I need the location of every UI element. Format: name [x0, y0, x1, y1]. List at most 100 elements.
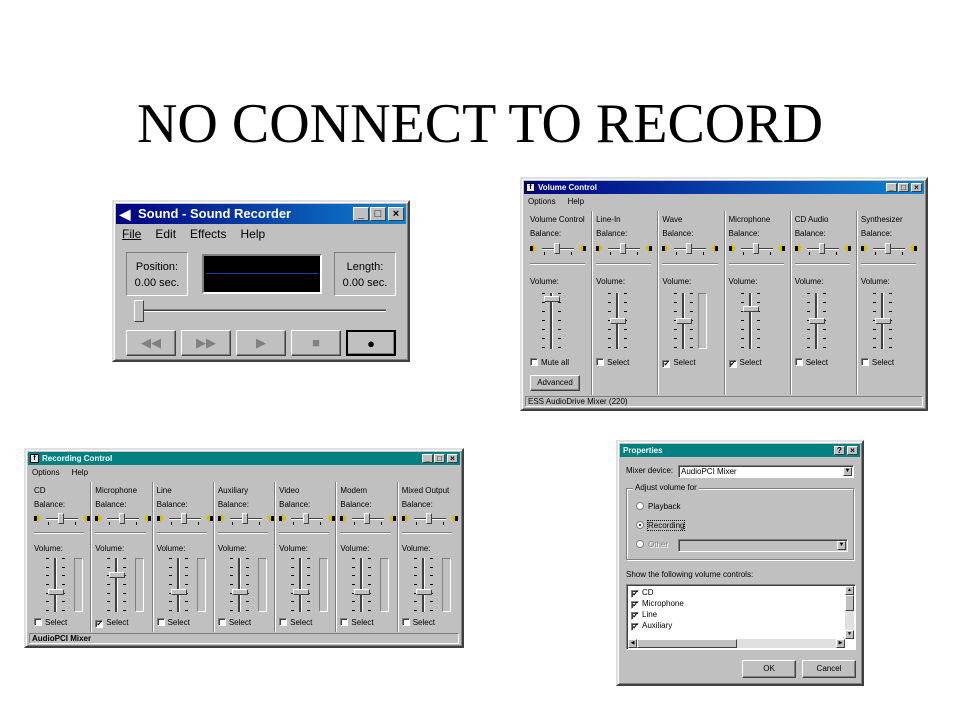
maximize-button[interactable]: □	[434, 454, 445, 463]
balance-slider[interactable]	[340, 512, 397, 526]
volume-controls-list[interactable]: ✓ CD ✓ Microphone ✓ Line ✓ Auxiliary ▲ ▼ ◀ ▶	[626, 584, 856, 650]
radio-recording[interactable]: Recording	[636, 520, 686, 531]
select-checkbox[interactable]: Select	[860, 358, 894, 367]
vertical-scrollbar[interactable]: ▲ ▼	[845, 586, 854, 639]
volume-thumb[interactable]	[231, 589, 248, 595]
checkbox-box[interactable]	[860, 358, 869, 366]
volume-slider[interactable]	[666, 293, 702, 349]
balance-slider[interactable]	[156, 512, 213, 526]
checkbox-box[interactable]	[794, 358, 803, 366]
maximize-button[interactable]: □	[898, 183, 909, 192]
balance-thumb[interactable]	[818, 243, 825, 254]
title-bar[interactable]: Properties ? ×	[620, 444, 860, 457]
balance-slider[interactable]	[279, 512, 336, 526]
volume-slider[interactable]	[99, 558, 135, 612]
select-checkbox[interactable]: ✓ Select	[95, 618, 129, 628]
ok-button[interactable]: OK	[742, 660, 796, 678]
advanced-button[interactable]: Advanced	[530, 375, 580, 391]
balance-slider[interactable]	[530, 242, 586, 256]
stop-button[interactable]: ■	[291, 330, 341, 356]
volume-thumb[interactable]	[610, 318, 627, 324]
checkbox-checked[interactable]: ✓	[631, 590, 639, 598]
checkbox-box[interactable]	[530, 358, 538, 366]
close-button[interactable]: ×	[911, 183, 922, 192]
volume-thumb[interactable]	[676, 318, 693, 324]
volume-slider[interactable]	[344, 558, 380, 612]
select-checkbox[interactable]: Select	[794, 358, 828, 367]
record-button[interactable]: ●	[346, 330, 396, 356]
balance-slider[interactable]	[217, 512, 274, 526]
list-item[interactable]: ✓ Auxiliary	[631, 621, 672, 631]
volume-thumb[interactable]	[808, 318, 825, 324]
balance-slider[interactable]	[95, 512, 152, 526]
volume-thumb[interactable]	[544, 296, 560, 302]
checkbox-checked[interactable]: ✓	[631, 612, 639, 620]
balance-thumb[interactable]	[752, 243, 759, 254]
close-button[interactable]: ×	[847, 446, 858, 455]
title-bar[interactable]: ◀ Sound - Sound Recorder _ □ ×	[116, 204, 406, 224]
balance-slider[interactable]	[34, 512, 90, 526]
balance-thumb[interactable]	[241, 513, 248, 524]
volume-thumb[interactable]	[170, 589, 187, 595]
volume-slider[interactable]	[406, 558, 442, 612]
balance-slider[interactable]	[860, 242, 917, 256]
balance-thumb[interactable]	[58, 513, 64, 524]
volume-slider[interactable]	[733, 293, 769, 349]
list-item[interactable]: ✓ Microphone	[631, 599, 684, 609]
balance-thumb[interactable]	[686, 243, 693, 254]
balance-thumb[interactable]	[180, 513, 187, 524]
volume-slider[interactable]	[865, 293, 901, 349]
menu-edit[interactable]: Edit	[153, 226, 178, 241]
volume-slider[interactable]	[38, 558, 74, 612]
checkbox-box[interactable]	[401, 618, 410, 626]
checkbox-box[interactable]	[217, 618, 226, 626]
checkbox-box[interactable]	[156, 618, 165, 626]
volume-thumb[interactable]	[742, 306, 759, 312]
other-device-select[interactable]: ▼	[678, 539, 848, 552]
balance-slider[interactable]	[794, 242, 851, 256]
scroll-left-icon[interactable]: ◀	[628, 639, 637, 648]
seek-track[interactable]	[136, 309, 386, 312]
volume-slider[interactable]	[534, 293, 570, 349]
select-checkbox[interactable]: Select	[596, 358, 629, 367]
radio-other[interactable]: Other	[636, 540, 668, 550]
select-checkbox[interactable]: ✓ Select	[728, 358, 762, 368]
balance-thumb[interactable]	[364, 513, 371, 524]
volume-slider[interactable]	[283, 558, 319, 612]
volume-thumb[interactable]	[415, 589, 432, 595]
balance-thumb[interactable]	[554, 243, 560, 254]
balance-slider[interactable]	[662, 242, 719, 256]
balance-thumb[interactable]	[119, 513, 126, 524]
menu-file[interactable]: File	[120, 226, 143, 241]
scroll-right-icon[interactable]: ▶	[836, 639, 845, 648]
list-item[interactable]: ✓ Line	[631, 610, 657, 620]
title-bar[interactable]: f Volume Control _ □ ×	[524, 181, 924, 194]
dropdown-arrow-icon[interactable]: ▼	[837, 541, 846, 550]
cancel-button[interactable]: Cancel	[802, 660, 856, 678]
volume-thumb[interactable]	[293, 589, 310, 595]
close-button[interactable]: ×	[447, 454, 458, 463]
menu-help[interactable]: Help	[239, 226, 268, 241]
menu-effects[interactable]: Effects	[188, 226, 228, 241]
minimize-button[interactable]: _	[353, 207, 369, 221]
menu-help[interactable]: Help	[566, 196, 586, 208]
menu-help[interactable]: Help	[70, 467, 90, 479]
select-checkbox[interactable]: Select	[217, 618, 251, 627]
balance-thumb[interactable]	[425, 513, 432, 524]
select-checkbox[interactable]: Select	[401, 618, 435, 627]
select-checkbox[interactable]: Select	[34, 618, 67, 627]
volume-thumb[interactable]	[109, 572, 126, 578]
forward-button[interactable]: ▶▶	[181, 330, 231, 356]
checkbox-box[interactable]: ✓	[728, 360, 737, 368]
volume-thumb[interactable]	[874, 318, 891, 324]
scroll-thumb[interactable]	[637, 639, 737, 648]
volume-slider[interactable]	[799, 293, 835, 349]
volume-slider[interactable]	[222, 558, 258, 612]
horizontal-scrollbar[interactable]: ◀ ▶	[628, 639, 845, 648]
rewind-button[interactable]: ◀◀	[126, 330, 176, 356]
balance-thumb[interactable]	[884, 243, 891, 254]
dropdown-arrow-icon[interactable]: ▼	[843, 467, 852, 476]
menu-options[interactable]: Options	[30, 467, 62, 479]
balance-thumb[interactable]	[303, 513, 310, 524]
checkbox-box[interactable]	[34, 618, 42, 626]
